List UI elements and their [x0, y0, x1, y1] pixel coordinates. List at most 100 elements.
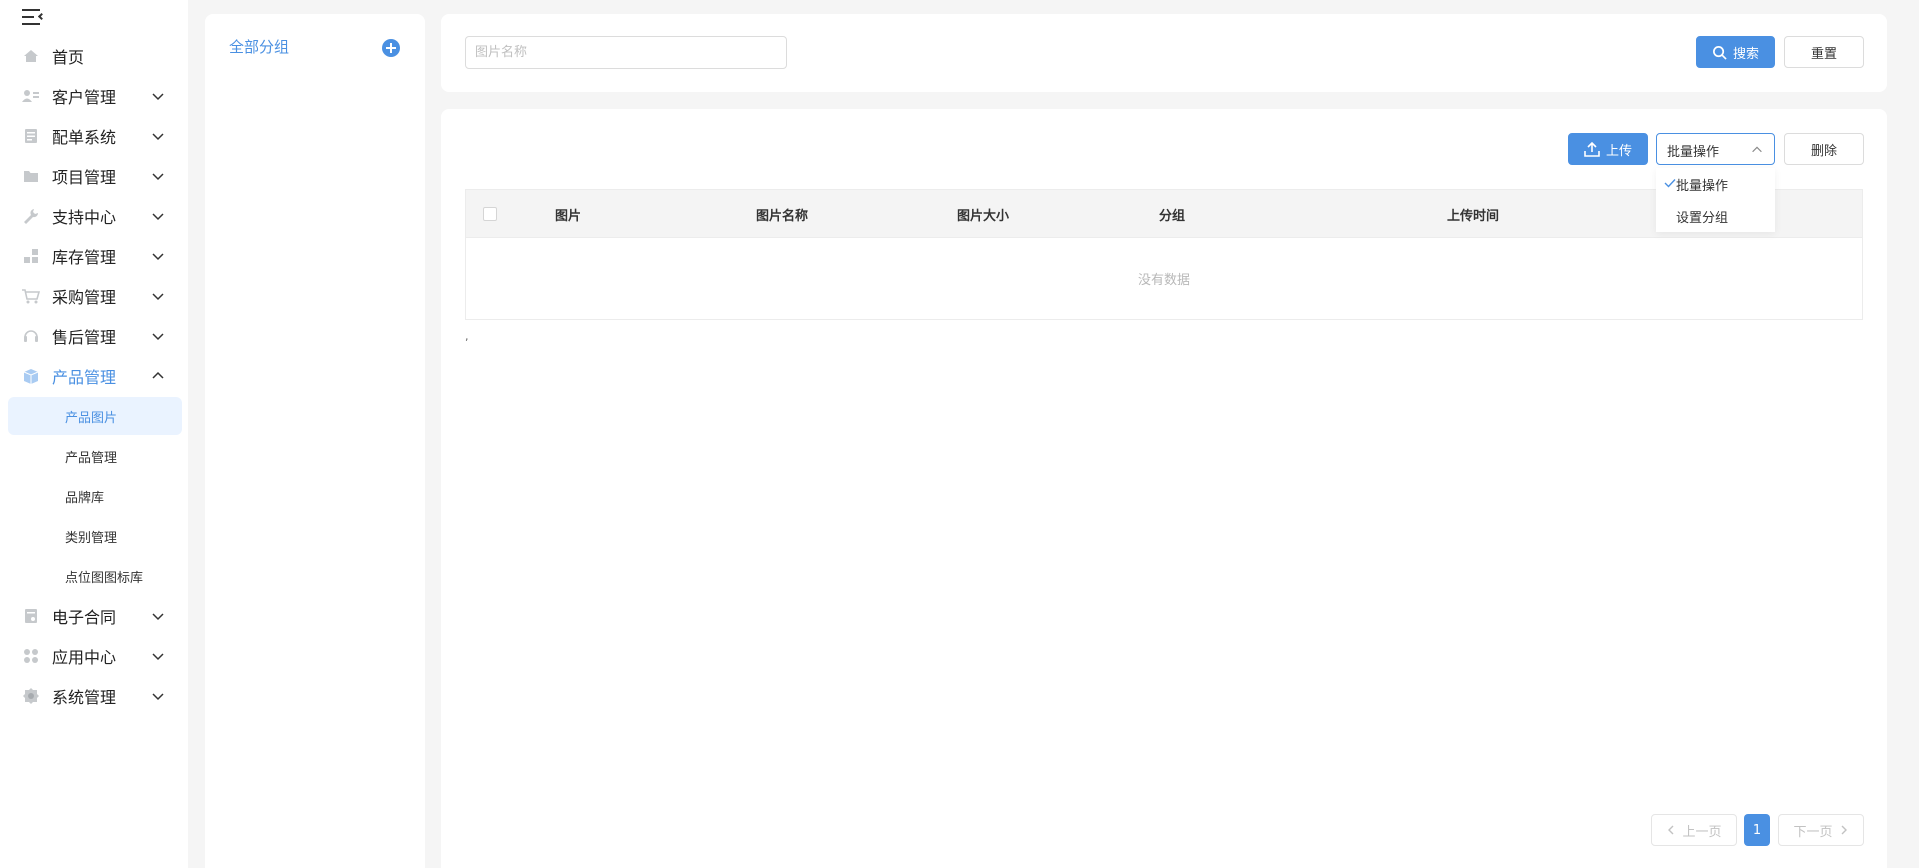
nav-item-inventory[interactable]: 库存管理: [8, 238, 180, 274]
select-all-checkbox[interactable]: [483, 207, 497, 221]
dropdown-option-set-group[interactable]: 设置分组: [1656, 200, 1775, 232]
upload-icon: [1584, 141, 1600, 157]
gear-icon: [22, 687, 40, 705]
apps-icon: [22, 647, 40, 665]
dropdown-option-label: 设置分组: [1676, 210, 1729, 226]
sub-item-label: 类别管理: [65, 530, 118, 546]
nav-item-customers[interactable]: 客户管理: [8, 78, 180, 114]
reset-button[interactable]: 重置: [1784, 36, 1864, 68]
sidebar: 首页 客户管理 配单系统 项目管理 支持中心 库存管理 采购管理 售后管理 产品…: [0, 0, 188, 868]
all-groups-item[interactable]: 全部分组: [229, 36, 289, 57]
user-card-icon: [22, 87, 40, 105]
batch-select-value: 批量操作: [1667, 145, 1720, 160]
trailing-mark: ,: [465, 330, 469, 343]
nav-item-order-system[interactable]: 配单系统: [8, 118, 180, 154]
sub-item-product-images[interactable]: 产品图片: [8, 397, 182, 435]
sub-item-brand-library[interactable]: 品牌库: [8, 477, 182, 515]
search-button-label: 搜索: [1732, 46, 1759, 62]
nav-item-home[interactable]: 首页: [8, 38, 180, 74]
chevron-right-icon: [1841, 825, 1847, 835]
check-icon: [1664, 179, 1676, 188]
nav-label: 售后管理: [52, 328, 117, 347]
chevron-down-icon: [152, 133, 164, 141]
chevron-down-icon: [152, 653, 164, 661]
nav-item-after-sales[interactable]: 售后管理: [8, 318, 180, 354]
empty-state-text: 没有数据: [1137, 273, 1190, 288]
main-card: 上传 批量操作 删除 图片 图片名称 图片大小 分组 上传时间 没有数据 , 批…: [441, 109, 1887, 868]
sub-item-product-management[interactable]: 产品管理: [8, 437, 182, 475]
chevron-down-icon: [152, 93, 164, 101]
group-panel: 全部分组: [205, 14, 425, 868]
reset-button-label: 重置: [1810, 46, 1837, 62]
upload-button[interactable]: 上传: [1568, 133, 1648, 165]
sub-item-category-management[interactable]: 类别管理: [8, 517, 182, 555]
sub-item-label: 产品管理: [65, 450, 118, 466]
prev-page-label: 上一页: [1682, 824, 1722, 840]
table-header: 图片 图片名称 图片大小 分组 上传时间: [466, 190, 1862, 238]
chevron-down-icon: [152, 693, 164, 701]
search-icon: [1712, 45, 1727, 60]
boxes-icon: [22, 247, 40, 265]
headset-icon: [22, 327, 40, 345]
chevron-down-icon: [152, 613, 164, 621]
images-table: 图片 图片名称 图片大小 分组 上传时间 没有数据: [465, 189, 1863, 320]
delete-button[interactable]: 删除: [1784, 133, 1864, 165]
nav-label: 电子合同: [52, 608, 117, 627]
chevron-down-icon: [152, 173, 164, 181]
contract-icon: [22, 607, 40, 625]
next-page-button[interactable]: 下一页: [1778, 814, 1864, 846]
nav-item-system[interactable]: 系统管理: [8, 678, 180, 714]
chevron-up-icon: [1752, 146, 1762, 153]
batch-operation-select[interactable]: 批量操作: [1656, 133, 1775, 165]
nav-item-e-contract[interactable]: 电子合同: [8, 598, 180, 634]
chevron-up-icon: [152, 371, 164, 379]
wrench-icon: [22, 207, 40, 225]
sub-item-label: 品牌库: [65, 490, 105, 506]
menu-collapse-icon[interactable]: [22, 8, 46, 26]
nav-label: 系统管理: [52, 688, 117, 707]
image-name-input[interactable]: [465, 36, 787, 69]
nav-item-support[interactable]: 支持中心: [8, 198, 180, 234]
column-header-image-name: 图片名称: [756, 209, 809, 224]
document-icon: [22, 127, 40, 145]
dropdown-option-label: 批量操作: [1676, 178, 1729, 194]
add-group-icon[interactable]: [382, 39, 400, 57]
nav-label: 应用中心: [52, 648, 117, 667]
chevron-down-icon: [152, 293, 164, 301]
chevron-left-icon: [1668, 825, 1674, 835]
chevron-down-icon: [152, 253, 164, 261]
prev-page-button[interactable]: 上一页: [1651, 814, 1737, 846]
column-header-group: 分组: [1159, 209, 1186, 224]
batch-operation-dropdown: 批量操作 设置分组: [1656, 168, 1775, 232]
column-header-image: 图片: [555, 209, 582, 224]
search-button[interactable]: 搜索: [1696, 36, 1775, 68]
dropdown-option-batch-operation[interactable]: 批量操作: [1656, 168, 1775, 200]
column-header-upload-time: 上传时间: [1447, 209, 1500, 224]
sub-item-point-icon-library[interactable]: 点位图图标库: [8, 557, 182, 595]
nav-label: 支持中心: [52, 208, 117, 227]
nav-label: 库存管理: [52, 248, 117, 267]
page-number-current[interactable]: 1: [1744, 814, 1770, 846]
delete-button-label: 删除: [1810, 143, 1837, 159]
nav-label: 客户管理: [52, 88, 117, 107]
chevron-down-icon: [152, 333, 164, 341]
cube-icon: [22, 367, 40, 385]
nav-label: 配单系统: [52, 128, 117, 147]
nav-label: 首页: [52, 48, 85, 67]
nav-label: 产品管理: [52, 368, 117, 387]
nav-item-app-center[interactable]: 应用中心: [8, 638, 180, 674]
sub-item-label: 产品图片: [65, 410, 118, 426]
upload-button-label: 上传: [1605, 143, 1632, 159]
search-card: 搜索 重置: [441, 14, 1887, 92]
nav-label: 项目管理: [52, 168, 117, 187]
nav-item-purchasing[interactable]: 采购管理: [8, 278, 180, 314]
chevron-down-icon: [152, 213, 164, 221]
column-header-image-size: 图片大小: [957, 209, 1010, 224]
nav-item-products[interactable]: 产品管理: [8, 358, 180, 394]
nav-label: 采购管理: [52, 288, 117, 307]
nav-item-projects[interactable]: 项目管理: [8, 158, 180, 194]
folder-icon: [22, 167, 40, 185]
home-icon: [22, 47, 40, 65]
sub-item-label: 点位图图标库: [65, 570, 144, 586]
cart-icon: [22, 287, 40, 305]
